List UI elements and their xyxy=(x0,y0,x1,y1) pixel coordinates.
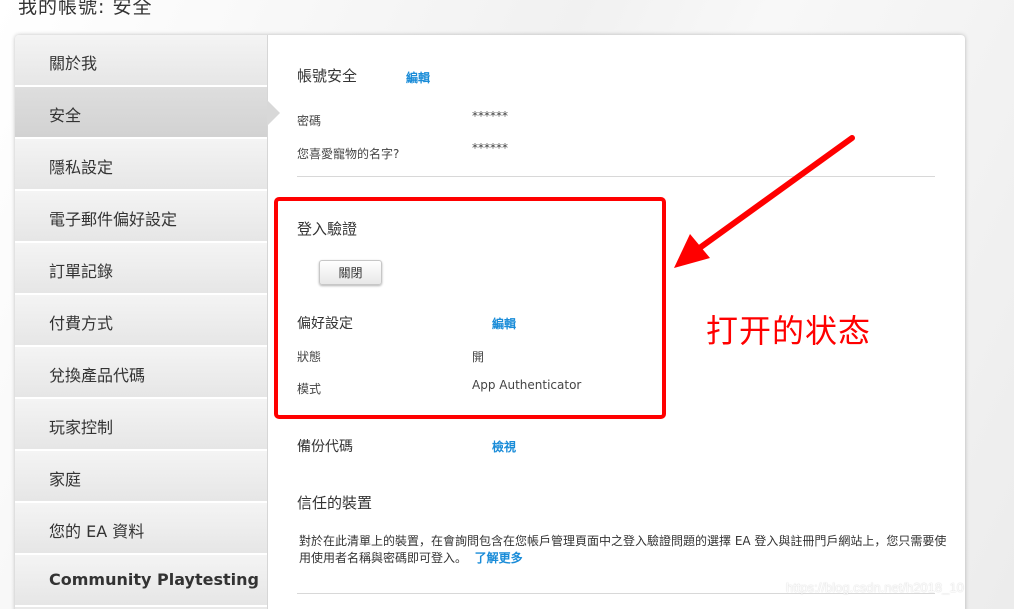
account-security-title: 帳號安全 xyxy=(297,67,358,85)
sidebar-nav: 關於我 安全 隱私設定 電子郵件偏好設定 訂單記錄 付費方式 兌換產品代碼 玩家… xyxy=(15,35,280,609)
sidebar-item-player-controls[interactable]: 玩家控制 xyxy=(15,399,267,451)
preferences-title: 偏好設定 xyxy=(297,316,353,332)
pet-question-value: ****** xyxy=(472,141,508,155)
sidebar-item-about-me[interactable]: 關於我 xyxy=(15,35,267,87)
password-value: ****** xyxy=(472,109,508,123)
sidebar-item-payment-methods[interactable]: 付費方式 xyxy=(15,295,267,347)
status-label: 狀態 xyxy=(297,350,322,364)
page-title: 我的帳號: 安全 xyxy=(18,0,153,18)
password-label: 密碼 xyxy=(297,114,322,128)
sidebar-item-label: Community Playtesting xyxy=(49,570,259,589)
sidebar-item-label: 付費方式 xyxy=(49,314,114,333)
trusted-devices-title: 信任的裝置 xyxy=(297,494,373,512)
account-security-edit-link[interactable]: 編輯 xyxy=(406,69,430,86)
sidebar-item-label: 電子郵件偏好設定 xyxy=(49,210,178,229)
sidebar-item-label: 兌換產品代碼 xyxy=(49,366,146,385)
sidebar-item-label: 關於我 xyxy=(49,54,98,73)
sidebar-item-privacy-settings[interactable]: 隱私設定 xyxy=(15,139,267,191)
trusted-devices-text: 對於在此清單上的裝置，在會詢問包含在您帳戶管理頁面中之登入驗證問題的選擇 EA … xyxy=(299,534,947,565)
mode-label: 模式 xyxy=(297,382,322,396)
sidebar-item-label: 訂單記錄 xyxy=(49,262,114,281)
close-verification-button[interactable]: 關閉 xyxy=(319,260,382,285)
sidebar-item-label: 您的 EA 資料 xyxy=(49,522,145,541)
sidebar-item-family[interactable]: 家庭 xyxy=(15,451,267,503)
sidebar-item-email-preferences[interactable]: 電子郵件偏好設定 xyxy=(15,191,267,243)
learn-more-link[interactable]: 了解更多 xyxy=(475,551,523,565)
arrow-icon xyxy=(674,135,855,268)
sidebar-item-ea-data[interactable]: 您的 EA 資料 xyxy=(15,503,267,555)
sidebar-item-security[interactable]: 安全 xyxy=(15,87,280,139)
sidebar-item-label: 家庭 xyxy=(49,470,82,489)
sidebar-item-redeem-code[interactable]: 兌換產品代碼 xyxy=(15,347,267,399)
sidebar-item-order-history[interactable]: 訂單記錄 xyxy=(15,243,267,295)
status-annotation: 打开的状态 xyxy=(706,312,872,350)
sidebar-item-label: 隱私設定 xyxy=(49,158,114,177)
watermark: https://blog.csdn.net/h2018_10 xyxy=(786,580,964,595)
status-value: 開 xyxy=(472,350,485,364)
preferences-edit-link[interactable]: 編輯 xyxy=(492,315,516,332)
sidebar-item-label: 安全 xyxy=(49,106,82,125)
pet-question-label: 您喜愛寵物的名字? xyxy=(297,147,400,161)
backup-codes-view-link[interactable]: 檢視 xyxy=(492,438,516,455)
backup-codes-title: 備份代碼 xyxy=(297,439,353,455)
sidebar-item-label: 玩家控制 xyxy=(49,418,114,437)
mode-value: App Authenticator xyxy=(472,378,582,392)
login-verification-title: 登入驗證 xyxy=(297,220,358,238)
sidebar-item-community-playtesting[interactable]: Community Playtesting xyxy=(15,555,267,607)
trusted-devices-description: 對於在此清單上的裝置，在會詢問包含在您帳戶管理頁面中之登入驗證問題的選擇 EA … xyxy=(299,533,949,567)
